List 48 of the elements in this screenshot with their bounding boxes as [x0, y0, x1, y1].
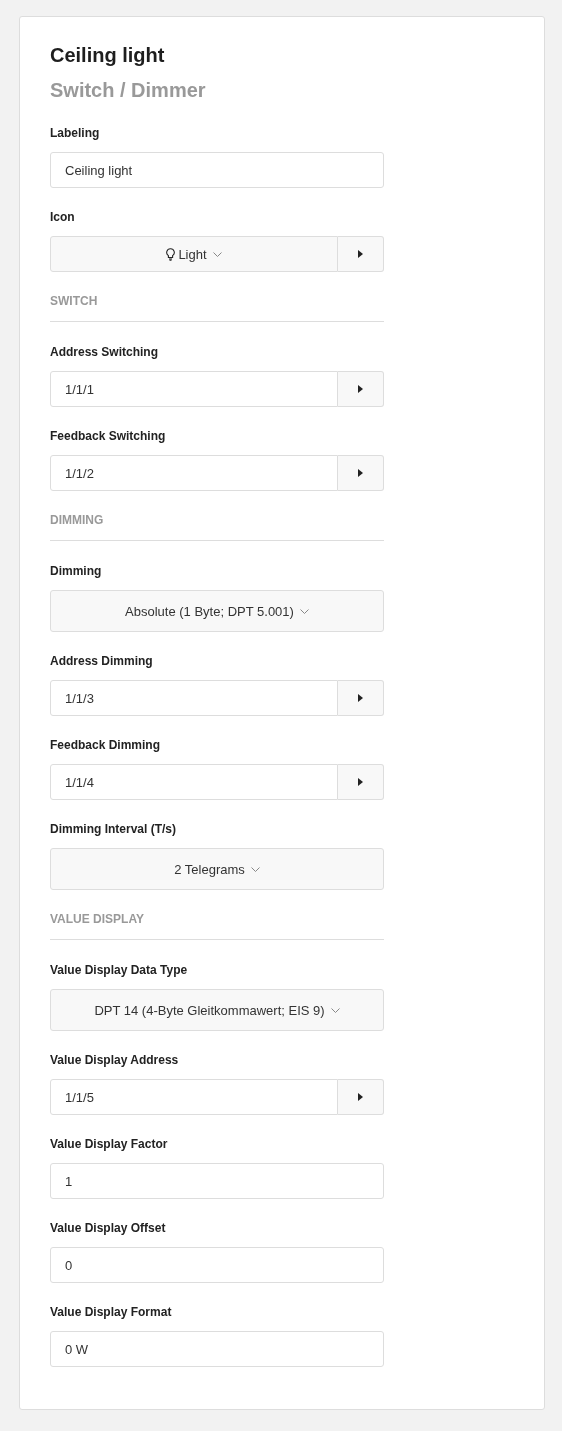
page-title: Ceiling light — [50, 43, 166, 67]
play-icon — [358, 1093, 363, 1101]
icon-dropdown[interactable]: Light — [50, 236, 338, 272]
field-label: Labeling — [50, 125, 101, 141]
field-label: Feedback Dimming — [50, 737, 162, 753]
arrow-button[interactable] — [338, 1079, 384, 1115]
page-subtitle: Switch / Dimmer — [50, 78, 207, 102]
field-label: Dimming Interval (T/s) — [50, 821, 178, 837]
address-field[interactable]: 1/1/5 — [50, 1079, 338, 1115]
field-label: Feedback Switching — [50, 428, 167, 444]
play-icon — [358, 778, 363, 786]
dropdown[interactable]: DPT 14 (4-Byte Gleitkommawert; EIS 9) — [50, 989, 384, 1031]
field-label: Value Display Factor — [50, 1136, 169, 1152]
address-field[interactable]: 1/1/4 — [50, 764, 338, 800]
arrow-button[interactable] — [338, 236, 384, 272]
field-label: Dimming — [50, 563, 103, 579]
field-label: Value Display Data Type — [50, 962, 189, 978]
address-field[interactable]: 1/1/3 — [50, 680, 338, 716]
section-heading: DIMMING — [50, 512, 384, 541]
dropdown[interactable]: 2 Telegrams — [50, 848, 384, 890]
input-field[interactable]: Ceiling light — [50, 152, 384, 188]
arrow-button[interactable] — [338, 764, 384, 800]
field-label: Icon — [50, 209, 76, 225]
play-icon — [358, 469, 363, 477]
field-label: Address Dimming — [50, 653, 154, 669]
arrow-button[interactable] — [338, 680, 384, 716]
field-label: Value Display Offset — [50, 1220, 167, 1236]
dropdown[interactable]: Absolute (1 Byte; DPT 5.001) — [50, 590, 384, 632]
play-icon — [358, 250, 363, 258]
chevron-down-icon — [212, 251, 222, 257]
play-icon — [358, 694, 363, 702]
section-heading: SWITCH — [50, 293, 384, 322]
field-label: Address Switching — [50, 344, 160, 360]
chevron-down-icon — [330, 1007, 340, 1013]
address-field[interactable]: 1/1/1 — [50, 371, 338, 407]
arrow-button[interactable] — [338, 455, 384, 491]
section-heading: VALUE DISPLAY — [50, 911, 384, 940]
field-label: Value Display Format — [50, 1304, 173, 1320]
input-field[interactable]: 1 — [50, 1163, 384, 1199]
play-icon — [358, 385, 363, 393]
lightbulb-icon — [166, 247, 176, 261]
input-field[interactable]: 0 W — [50, 1331, 384, 1367]
arrow-button[interactable] — [338, 371, 384, 407]
chevron-down-icon — [299, 608, 309, 614]
address-field[interactable]: 1/1/2 — [50, 455, 338, 491]
input-field[interactable]: 0 — [50, 1247, 384, 1283]
chevron-down-icon — [250, 866, 260, 872]
field-label: Value Display Address — [50, 1052, 180, 1068]
